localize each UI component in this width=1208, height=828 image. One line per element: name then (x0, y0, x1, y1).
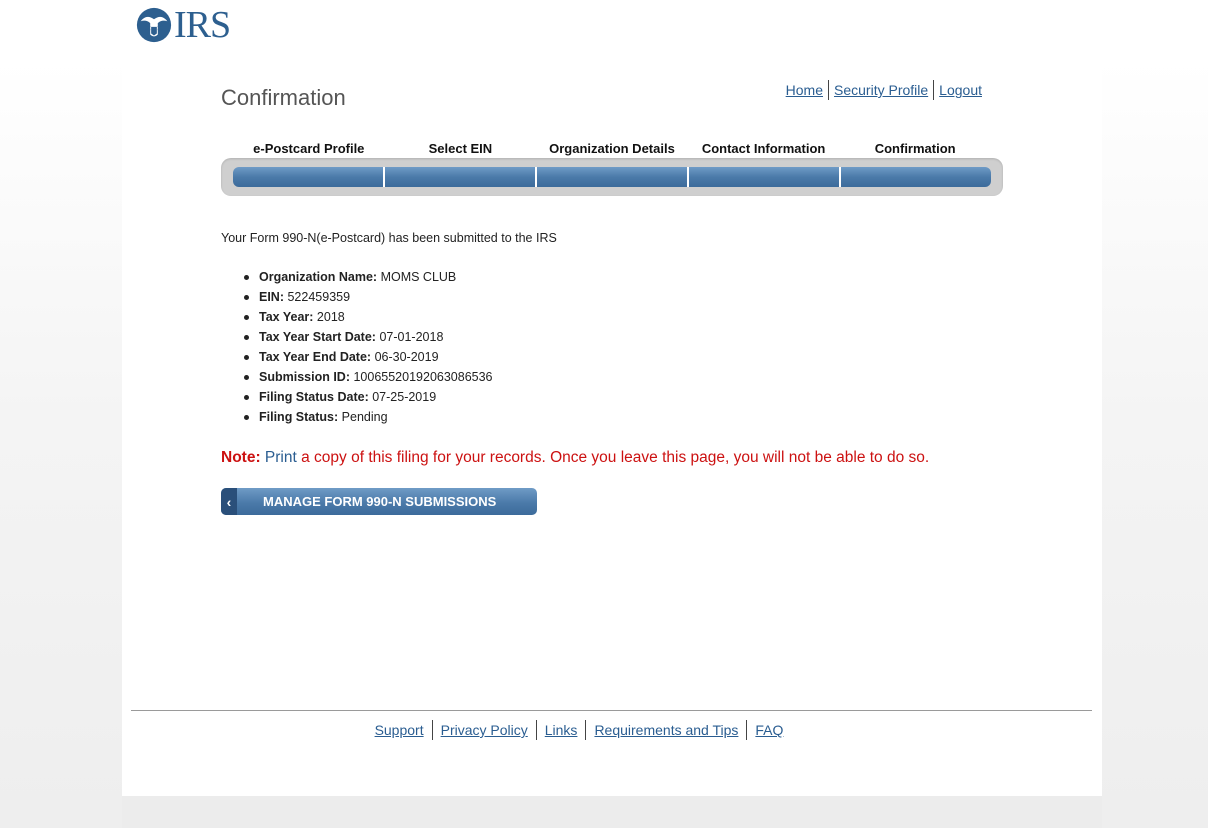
links-link[interactable]: Links (535, 720, 586, 740)
home-link[interactable]: Home (781, 80, 828, 100)
top-nav: Home Security Profile Logout (781, 80, 987, 100)
step-label-confirmation: Confirmation (874, 141, 956, 156)
footer-links: Support Privacy Policy Links Requirement… (367, 720, 792, 740)
progress-steps: e-Postcard Profile Select EIN Organizati… (221, 141, 1003, 196)
detail-label: Tax Year End Date: (259, 350, 372, 364)
progress-segment (535, 167, 687, 187)
step-label-epostcard-profile: e-Postcard Profile (253, 141, 365, 156)
detail-item: Tax Year Start Date: 07-01-2018 (244, 327, 493, 347)
irs-eagle-emblem-icon (136, 7, 172, 43)
footer-band (122, 796, 1102, 828)
requirements-and-tips-link[interactable]: Requirements and Tips (585, 720, 746, 740)
irs-logo-text: IRS (174, 4, 231, 46)
detail-value: 10065520192063086536 (353, 370, 493, 384)
detail-label: Organization Name: (259, 270, 378, 284)
detail-value: 2018 (316, 310, 345, 324)
detail-item: Organization Name: MOMS CLUB (244, 267, 493, 287)
progress-bar (233, 167, 991, 187)
manage-button-label: MANAGE FORM 990-N SUBMISSIONS (263, 494, 497, 509)
progress-track (221, 158, 1003, 196)
submission-message: Your Form 990-N(e-Postcard) has been sub… (221, 231, 557, 245)
note-text: a copy of this filing for your records. … (301, 449, 930, 466)
submission-details-list: Organization Name: MOMS CLUB EIN: 5224593… (244, 267, 493, 427)
detail-item: Submission ID: 10065520192063086536 (244, 367, 493, 387)
detail-label: Tax Year Start Date: (259, 330, 376, 344)
detail-value: 522459359 (287, 290, 351, 304)
step-label-select-ein: Select EIN (428, 141, 493, 156)
detail-label: Filing Status Date: (259, 390, 369, 404)
footer-nav: Support Privacy Policy Links Requirement… (0, 720, 1208, 740)
logout-link[interactable]: Logout (933, 80, 987, 100)
privacy-policy-link[interactable]: Privacy Policy (431, 720, 536, 740)
page-title: Confirmation (221, 85, 346, 110)
detail-item: Tax Year: 2018 (244, 307, 493, 327)
detail-value: 06-30-2019 (374, 350, 439, 364)
print-link[interactable]: Print (265, 449, 297, 466)
print-note: Note: Print a copy of this filing for yo… (221, 449, 929, 467)
detail-item: EIN: 522459359 (244, 287, 493, 307)
progress-segment (839, 167, 991, 187)
faq-link[interactable]: FAQ (746, 720, 791, 740)
footer-divider (131, 710, 1092, 711)
progress-segment (687, 167, 839, 187)
detail-label: Filing Status: (259, 410, 339, 424)
step-label-organization-details: Organization Details (549, 141, 675, 156)
detail-label: Submission ID: (259, 370, 350, 384)
detail-label: Tax Year: (259, 310, 314, 324)
step-label-contact-information: Contact Information (701, 141, 826, 156)
step-labels: e-Postcard Profile Select EIN Organizati… (221, 141, 1003, 158)
detail-item: Filing Status Date: 07-25-2019 (244, 387, 493, 407)
detail-label: EIN: (259, 290, 284, 304)
note-label: Note: (221, 449, 261, 466)
irs-logo: IRS (135, 4, 231, 46)
progress-segment (383, 167, 535, 187)
detail-value: MOMS CLUB (380, 270, 457, 284)
support-link[interactable]: Support (367, 720, 432, 740)
detail-value: Pending (341, 410, 388, 424)
progress-segment (233, 167, 383, 187)
security-profile-link[interactable]: Security Profile (828, 80, 933, 100)
chevron-left-icon: ‹ (221, 488, 237, 515)
detail-value: 07-25-2019 (372, 390, 437, 404)
manage-form-990n-submissions-button[interactable]: ‹ MANAGE FORM 990-N SUBMISSIONS (221, 488, 537, 515)
detail-item: Tax Year End Date: 06-30-2019 (244, 347, 493, 367)
detail-value: 07-01-2018 (379, 330, 444, 344)
detail-item: Filing Status: Pending (244, 407, 493, 427)
